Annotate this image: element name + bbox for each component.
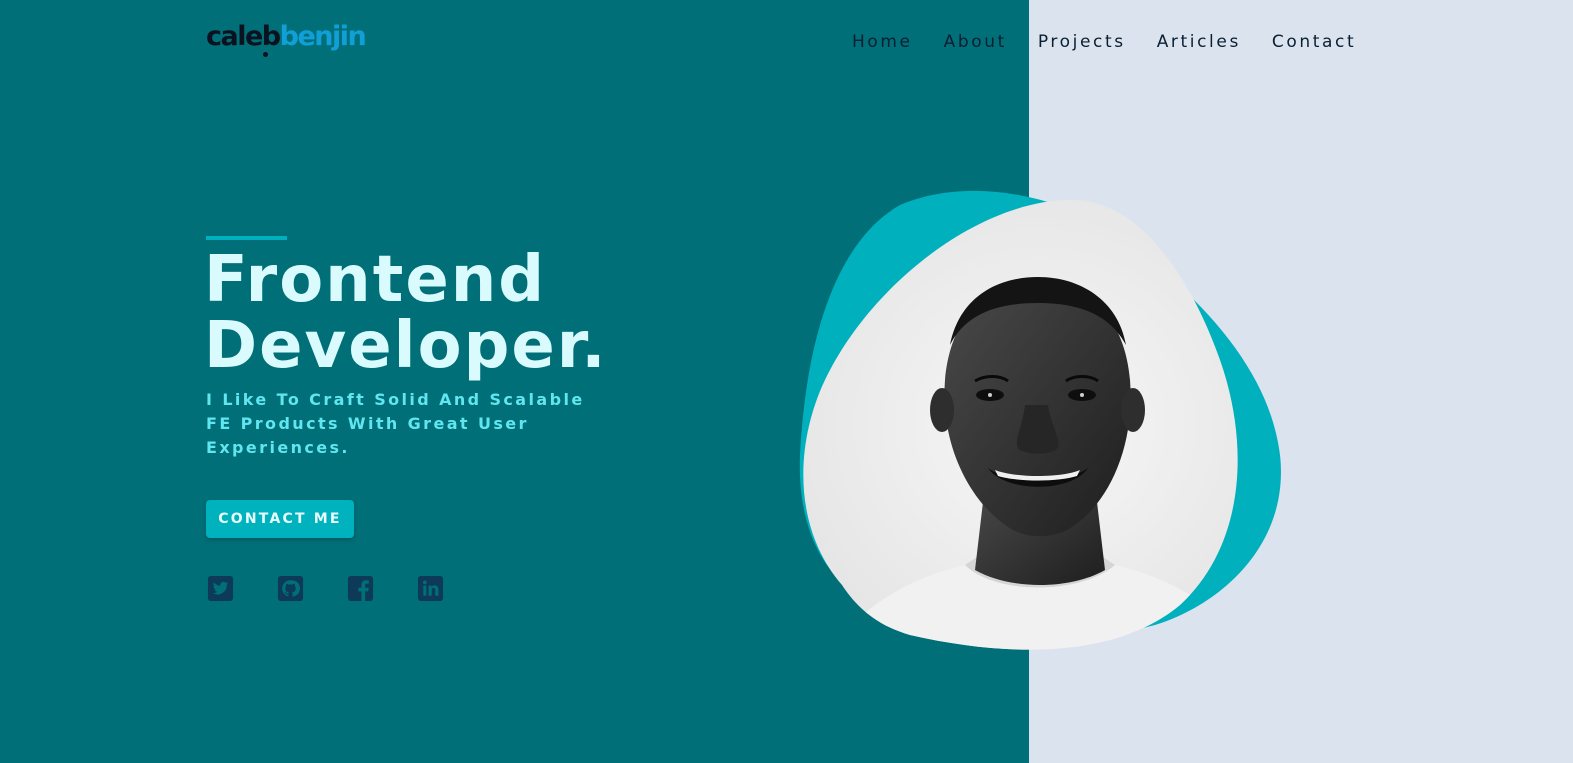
social-links [207, 575, 444, 602]
facebook-icon [347, 575, 374, 602]
hero-portrait-figure [790, 185, 1290, 665]
profile-portrait [799, 190, 1281, 650]
main-nav: Home About Projects Articles Contact [852, 29, 1356, 55]
logo-text-secondary: benjin [279, 21, 367, 52]
twitter-icon [207, 575, 234, 602]
hero-headline: Frontend Developer. [204, 247, 608, 379]
logo-text-primary: caleb [206, 21, 281, 52]
headline-line-1: Frontend [204, 243, 547, 317]
hero-tagline: I Like To Craft Solid And Scalable FE Pr… [206, 390, 585, 457]
nav-item-contact[interactable]: Contact [1272, 32, 1356, 52]
linkedin-icon [417, 575, 444, 602]
facebook-link[interactable] [347, 575, 374, 602]
linkedin-link[interactable] [417, 575, 444, 602]
headline-accent-line [206, 236, 287, 240]
logo-dot-mark [263, 52, 268, 57]
contact-me-button[interactable]: CONTACT ME [206, 500, 354, 538]
github-icon [277, 575, 304, 602]
nav-item-projects[interactable]: Projects [1038, 32, 1126, 52]
nav-item-about[interactable]: About [944, 32, 1007, 52]
github-link[interactable] [277, 575, 304, 602]
headline-line-2: Developer. [204, 309, 608, 383]
twitter-link[interactable] [207, 575, 234, 602]
site-logo[interactable]: calebbenjin [206, 18, 367, 57]
nav-item-articles[interactable]: Articles [1157, 32, 1241, 52]
nav-item-home[interactable]: Home [852, 32, 913, 52]
